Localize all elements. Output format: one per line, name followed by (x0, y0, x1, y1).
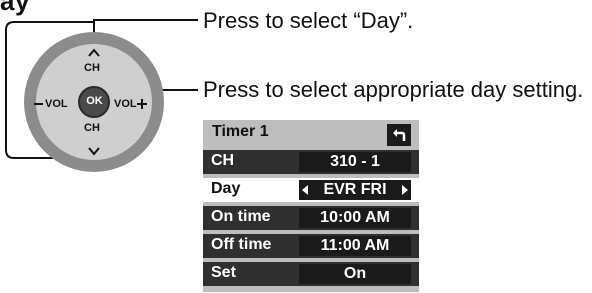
row-value: 10:00 AM (299, 208, 411, 228)
row-value: 310 - 1 (299, 152, 411, 172)
row-label: Day (211, 180, 241, 197)
row-label: CH (211, 152, 235, 169)
timer-menu: Timer 1 CH 310 - 1 Day EVR FRI On time 1… (203, 120, 419, 292)
ch-up-label[interactable]: CH (84, 62, 100, 74)
ok-button[interactable]: OK (84, 95, 105, 107)
row-value: On (299, 264, 411, 284)
menu-row-day[interactable]: Day EVR FRI (203, 178, 419, 202)
callout-select-day: Press to select “Day”. (203, 8, 414, 33)
back-arrow-icon (393, 129, 406, 141)
vol-minus-label[interactable]: VOL (45, 98, 68, 110)
day-value: EVR FRI (323, 181, 387, 198)
menu-header: Timer 1 (203, 120, 419, 150)
menu-row-off-time[interactable]: Off time 11:00 AM (203, 234, 419, 258)
row-value-day[interactable]: EVR FRI (299, 180, 411, 200)
vol-plus-label[interactable]: VOL (114, 98, 137, 110)
menu-row-set[interactable]: Set On (203, 262, 419, 286)
menu-title: Timer 1 (212, 123, 269, 140)
back-button[interactable] (387, 124, 411, 146)
callout-day-setting: Press to select appropriate day setting. (203, 77, 584, 102)
row-value: 11:00 AM (299, 236, 411, 256)
row-label: Off time (211, 236, 272, 253)
row-label: On time (211, 208, 271, 225)
row-label: Set (211, 264, 236, 281)
menu-row-on-time[interactable]: On time 10:00 AM (203, 206, 419, 230)
ch-down-label[interactable]: CH (84, 122, 100, 134)
left-arrow-icon[interactable] (302, 185, 308, 195)
right-arrow-icon[interactable] (402, 185, 408, 195)
menu-row-ch[interactable]: CH 310 - 1 (203, 150, 419, 174)
